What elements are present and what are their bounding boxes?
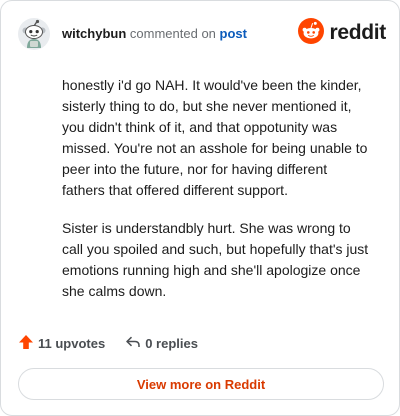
commented-on-label: commented on (129, 26, 216, 41)
snoo-avatar-icon[interactable] (18, 18, 50, 50)
comment-header: witchybun commented on post reddit (18, 17, 386, 51)
upvote-button[interactable]: 11 upvotes (18, 334, 105, 353)
comment-meta: witchybun commented on post (62, 26, 247, 42)
username-link[interactable]: witchybun (62, 26, 126, 41)
post-link[interactable]: post (220, 26, 247, 41)
comment-actions: 11 upvotes 0 replies (18, 333, 218, 353)
comment-body: honestly i'd go NAH. It would've been th… (62, 75, 370, 319)
upvote-count: 11 upvotes (38, 335, 106, 351)
reddit-logo-icon (298, 17, 325, 49)
reply-count: 0 replies (145, 335, 198, 351)
comment-paragraph: Sister is understandbly hurt. She was wr… (62, 220, 369, 299)
reddit-comment-embed: witchybun commented on post reddit hones… (0, 0, 400, 416)
reply-icon (125, 334, 141, 353)
reddit-wordmark: reddit (329, 21, 386, 44)
upvote-arrow-icon (18, 334, 34, 353)
replies-button[interactable]: 0 replies (125, 334, 198, 353)
view-more-button[interactable]: View more on Reddit (18, 368, 384, 400)
reddit-brand[interactable]: reddit (298, 17, 386, 49)
comment-paragraph: honestly i'd go NAH. It would've been th… (62, 77, 368, 198)
